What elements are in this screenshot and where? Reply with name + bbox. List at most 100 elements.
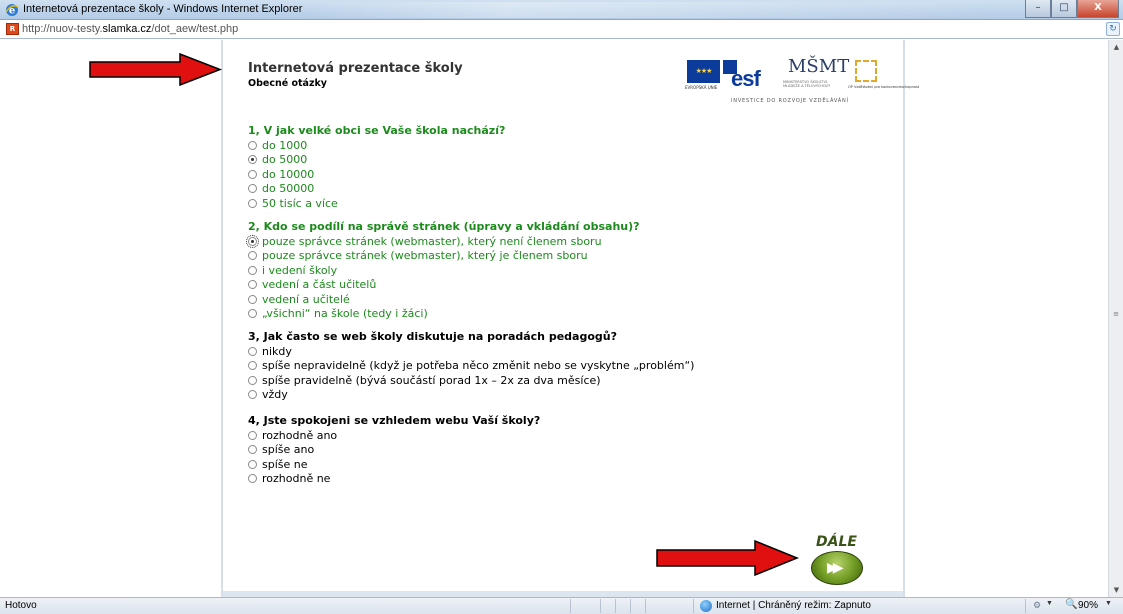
option-label: do 5000 — [262, 153, 308, 167]
option-2-6[interactable]: „všichni“ na škole (tedy i žáci) — [248, 307, 868, 322]
msmt-logo: MŠMT — [788, 56, 850, 77]
option-2-3[interactable]: i vedení školy — [248, 263, 868, 278]
scroll-down-icon[interactable]: ▼ — [1109, 583, 1123, 597]
addon-icon[interactable]: ⚙ — [1033, 600, 1041, 611]
radio-button[interactable] — [248, 140, 257, 150]
question-2-text: 2, Kdo se podílí na správě stránek (úpra… — [248, 220, 640, 233]
window-titlebar: e Internetová prezentace školy - Windows… — [0, 0, 1123, 20]
option-4-1[interactable]: rozhodně ano — [248, 428, 868, 443]
page-viewport: Internetová prezentace školy Obecné otáz… — [0, 40, 1108, 597]
question-4-text: 4, Jste spokojeni se vzhledem webu Vaší … — [248, 414, 541, 427]
scroll-up-icon[interactable]: ▲ — [1109, 40, 1123, 54]
option-label: rozhodně ano — [262, 428, 338, 442]
status-separator — [693, 599, 694, 613]
sponsor-logos: ★★★ EVROPSKÁ UNIE esf MŠMT MINISTERSTVO … — [683, 56, 919, 110]
option-label: vždy — [262, 388, 288, 402]
option-2-5[interactable]: vedení a učitelé — [248, 292, 868, 307]
option-label: spíše ne — [262, 457, 308, 471]
page-title: Internetová prezentace školy — [248, 61, 463, 76]
chevron-down-icon[interactable]: ▼ — [1105, 600, 1112, 607]
maximize-button[interactable]: □ — [1051, 0, 1077, 18]
scroll-grip-icon[interactable]: ≡ — [1110, 302, 1122, 326]
option-label: spíše nepravidelně (když je potřeba něco… — [262, 359, 695, 373]
option-label: pouze správce stránek (webmaster), který… — [262, 234, 602, 248]
page-subtitle: Obecné otázky — [248, 78, 327, 89]
status-separator — [645, 599, 646, 613]
option-1-4[interactable]: do 50000 — [248, 182, 868, 197]
minimize-button[interactable]: – — [1025, 0, 1051, 18]
radio-button[interactable] — [248, 280, 257, 290]
radio-button[interactable] — [248, 309, 257, 319]
security-zone[interactable]: Internet | Chráněný režim: Zapnuto — [716, 600, 871, 611]
site-icon: R — [6, 23, 19, 35]
question-1-text: 1, V jak velké obci se Vaše škola nacház… — [248, 124, 506, 137]
option-4-3[interactable]: spíše ne — [248, 457, 868, 472]
radio-button[interactable] — [248, 184, 257, 194]
chevron-down-icon[interactable]: ▼ — [1046, 600, 1053, 607]
option-label: do 10000 — [262, 167, 315, 181]
option-label: i vedení školy — [262, 263, 338, 277]
zoom-level[interactable]: 90% — [1078, 600, 1098, 611]
option-label: do 50000 — [262, 182, 315, 196]
next-label: DÁLE — [816, 534, 857, 550]
option-3-2[interactable]: spíše nepravidelně (když je potřeba něco… — [248, 359, 868, 374]
invest-caption: INVESTICE DO ROZVOJE VZDĚLÁVÁNÍ — [731, 98, 849, 104]
option-label: vedení a učitelé — [262, 292, 350, 306]
status-text: Hotovo — [5, 600, 37, 611]
status-separator — [600, 599, 601, 613]
option-label: do 1000 — [262, 138, 308, 152]
radio-button[interactable] — [248, 265, 257, 275]
radio-button[interactable] — [248, 445, 257, 455]
radio-button[interactable] — [248, 459, 257, 469]
eu-caption: EVROPSKÁ UNIE — [685, 85, 718, 90]
option-1-2[interactable]: do 5000 — [248, 153, 868, 168]
address-url[interactable]: http://nuov-testy.slamka.cz/dot_aew/test… — [22, 23, 238, 35]
radio-button[interactable] — [248, 375, 257, 385]
refresh-icon[interactable]: ↻ — [1106, 22, 1120, 36]
question-3-text: 3, Jak často se web školy diskutuje na p… — [248, 330, 617, 343]
option-3-4[interactable]: vždy — [248, 388, 868, 403]
address-bar[interactable]: R http://nuov-testy.slamka.cz/dot_aew/te… — [0, 20, 1123, 39]
option-label: vedení a část učitelů — [262, 278, 377, 292]
next-button[interactable]: DÁLE ▶▶ — [808, 534, 866, 590]
radio-button[interactable] — [248, 198, 257, 208]
option-2-4[interactable]: vedení a část učitelů — [248, 278, 868, 293]
option-1-3[interactable]: do 10000 — [248, 167, 868, 182]
esf-logo: esf — [723, 60, 763, 91]
radio-button[interactable] — [248, 474, 257, 484]
globe-icon — [700, 600, 712, 612]
option-3-1[interactable]: nikdy — [248, 344, 868, 359]
option-label: spíše ano — [262, 443, 315, 457]
status-separator — [570, 599, 571, 613]
option-3-3[interactable]: spíše pravidelně (bývá součástí porad 1x… — [248, 373, 868, 388]
option-1-1[interactable]: do 1000 — [248, 138, 868, 153]
red-arrow-icon — [656, 540, 799, 576]
msmt-caption: MINISTERSTVO ŠKOLSTVÍ, MLÁDEŽE A TĚLOVÝC… — [783, 80, 831, 88]
window-controls: – □ X — [1025, 0, 1119, 18]
option-label: 50 tisíc a více — [262, 196, 338, 210]
radio-button[interactable] — [248, 346, 257, 356]
radio-button[interactable] — [248, 169, 257, 179]
radio-button[interactable] — [248, 361, 257, 371]
radio-button[interactable] — [248, 430, 257, 440]
zoom-icon[interactable]: 🔍 — [1065, 599, 1077, 610]
option-4-2[interactable]: spíše ano — [248, 443, 868, 458]
status-bar: Hotovo Internet | Chráněný režim: Zapnut… — [0, 597, 1123, 614]
radio-button[interactable] — [248, 390, 257, 400]
close-button[interactable]: X — [1077, 0, 1119, 18]
radio-button[interactable] — [248, 251, 257, 261]
titlebar-blur — [300, 2, 1000, 18]
option-label: pouze správce stránek (webmaster), který… — [262, 249, 588, 263]
vertical-scrollbar[interactable]: ▲ ≡ ▼ — [1108, 40, 1123, 597]
option-4-4[interactable]: rozhodně ne — [248, 472, 868, 487]
red-arrow-icon — [89, 53, 223, 86]
window-title: Internetová prezentace školy - Windows I… — [23, 3, 303, 15]
option-label: spíše pravidelně (bývá součástí porad 1x… — [262, 373, 601, 387]
option-2-1[interactable]: pouze správce stránek (webmaster), který… — [246, 234, 868, 249]
question-3: 3, Jak často se web školy diskutuje na p… — [248, 330, 868, 402]
option-1-5[interactable]: 50 tisíc a více — [248, 196, 868, 211]
option-2-2[interactable]: pouze správce stránek (webmaster), který… — [248, 249, 868, 264]
radio-button[interactable] — [248, 155, 257, 165]
radio-button[interactable] — [246, 234, 259, 248]
radio-button[interactable] — [248, 294, 257, 304]
